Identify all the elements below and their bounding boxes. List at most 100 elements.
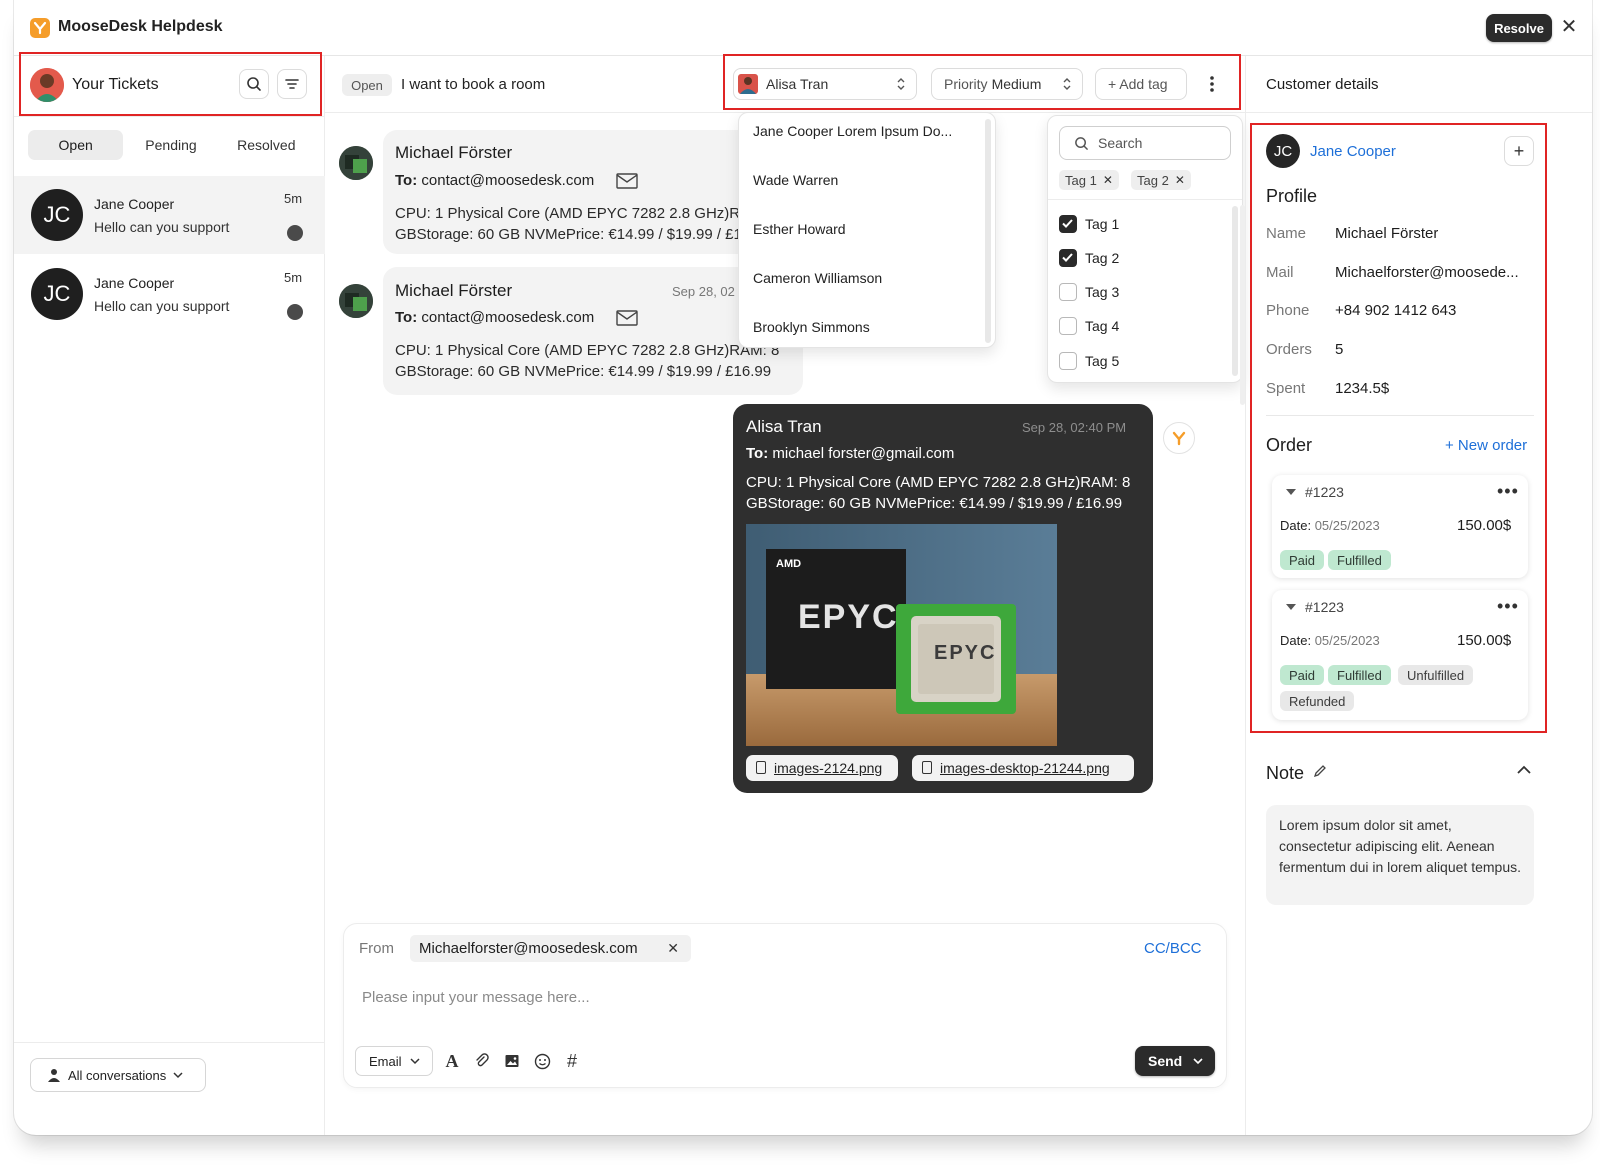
moosedesk-logo-icon <box>1172 431 1186 446</box>
message-input[interactable] <box>362 985 962 1009</box>
profile-value: Michaelforster@moosede... <box>1335 264 1519 281</box>
sender-avatar <box>339 284 373 318</box>
remove-tag-icon[interactable]: ✕ <box>1103 173 1113 187</box>
channel-label: Email <box>369 1053 402 1069</box>
new-order-link[interactable]: + New order <box>1445 437 1527 454</box>
ticket-list-item[interactable]: JC Jane Cooper Hello can you support 5m <box>14 255 325 333</box>
hashtag-icon[interactable]: # <box>561 1050 583 1072</box>
ticket-status-tabs: Open Pending Resolved <box>28 130 314 160</box>
conversation-status-badge: Open <box>342 74 392 96</box>
filter-icon <box>285 79 299 89</box>
assignee-option[interactable]: Jane Cooper Lorem Ipsum Do... <box>753 123 952 139</box>
tag-checkbox[interactable] <box>1059 283 1077 301</box>
image-icon[interactable] <box>501 1050 523 1072</box>
order-status-badge: Refunded <box>1280 691 1355 711</box>
message-line: CPU: 1 Physical Core (AMD EPYC 7282 2.8 … <box>746 474 1131 491</box>
ticket-list-item[interactable]: JC Jane Cooper Hello can you support 5m <box>14 176 325 254</box>
chevron-up-icon[interactable] <box>1514 760 1534 780</box>
close-icon[interactable]: ✕ <box>1558 16 1580 38</box>
tag-option-label[interactable]: Tag 2 <box>1085 250 1119 266</box>
assignee-option[interactable]: Wade Warren <box>753 172 838 188</box>
more-options-icon[interactable] <box>1203 72 1221 96</box>
tag-chip-label: Tag 2 <box>1137 172 1169 188</box>
message-date: Sep 28, 02:40 PM <box>1022 420 1127 435</box>
message-date: Sep 28, 02 <box>672 284 735 299</box>
order-status-badge: Fulfilled <box>1328 665 1391 685</box>
chevron-down-icon <box>409 1058 420 1065</box>
dropdown-scrollbar[interactable] <box>985 119 991 343</box>
attachment-image-preview[interactable]: AMD EPYC EPYC <box>746 524 1057 746</box>
filter-button[interactable] <box>277 69 307 99</box>
add-customer-button[interactable]: + <box>1504 136 1534 166</box>
all-conversations-dropdown[interactable]: All conversations <box>30 1058 206 1092</box>
send-label: Send <box>1148 1053 1183 1069</box>
caret-down-icon[interactable] <box>1285 487 1297 497</box>
emoji-icon[interactable] <box>531 1050 553 1072</box>
order-status-badge: Paid <box>1280 665 1325 685</box>
order-amount: 150.00$ <box>1457 632 1512 649</box>
order-more-icon[interactable]: ••• <box>1497 481 1519 502</box>
order-more-icon[interactable]: ••• <box>1497 596 1519 617</box>
caret-down-icon[interactable] <box>1285 602 1297 612</box>
chevron-down-icon[interactable] <box>1193 1056 1203 1066</box>
tag-checkbox[interactable] <box>1059 317 1077 335</box>
add-tag-button[interactable]: + Add tag <box>1095 68 1187 100</box>
send-button[interactable]: Send <box>1135 1046 1215 1076</box>
attachment-file-chip[interactable]: images-desktop-21244.png <box>912 755 1134 781</box>
message-body: CPU: 1 Physical Core (AMD EPYC 7282 2.8 … <box>395 340 779 382</box>
moosedesk-logo-icon <box>30 18 50 38</box>
order-date: Date: 05/25/2023 <box>1280 518 1380 533</box>
cc-bcc-link[interactable]: CC/BCC <box>1144 940 1202 957</box>
text-format-icon[interactable]: A <box>441 1050 463 1072</box>
attachment-icon[interactable] <box>471 1050 493 1072</box>
search-icon <box>247 77 261 91</box>
assignee-option[interactable]: Brooklyn Simmons <box>753 319 870 335</box>
image-chip-label: EPYC <box>934 642 997 664</box>
assignee-select[interactable]: Alisa Tran <box>733 68 917 100</box>
assignee-option[interactable]: Esther Howard <box>753 221 846 237</box>
tag-option-label[interactable]: Tag 3 <box>1085 284 1119 300</box>
profile-value: +84 902 1412 643 <box>1335 302 1457 319</box>
order-amount: 150.00$ <box>1457 517 1512 534</box>
ticket-time: 5m <box>284 270 303 285</box>
order-title: Order <box>1266 435 1313 455</box>
edit-pencil-icon[interactable] <box>1312 763 1328 779</box>
customer-name-link[interactable]: Jane Cooper <box>1310 143 1396 160</box>
assignee-avatar <box>738 74 758 94</box>
tag-option-label[interactable]: Tag 1 <box>1085 216 1119 232</box>
tag-checkbox[interactable] <box>1059 249 1077 267</box>
ticket-preview: Hello can you support <box>94 298 230 314</box>
tab-resolved[interactable]: Resolved <box>219 130 314 160</box>
profile-key: Orders <box>1266 341 1312 358</box>
message-recipient: To: contact@moosedesk.com <box>395 172 594 189</box>
assignee-option[interactable]: Cameron Williamson <box>753 270 882 286</box>
remove-from-icon[interactable]: ✕ <box>667 940 679 957</box>
dropdown-scrollbar[interactable] <box>1232 206 1238 376</box>
remove-tag-icon[interactable]: ✕ <box>1175 173 1185 187</box>
message-line: GBStorage: 60 GB NVMePrice: €14.99 / $19… <box>746 495 1123 512</box>
chevron-updown-icon <box>1063 78 1071 90</box>
attachment-file-chip[interactable]: images-2124.png <box>746 755 898 781</box>
channel-select[interactable]: Email <box>355 1046 433 1076</box>
order-date: Date: 05/25/2023 <box>1280 633 1380 648</box>
image-box-brand-label: AMD <box>776 558 802 570</box>
message-line: GBStorage: 60 GB NVMePrice: €14.99 / $19… <box>395 226 738 243</box>
tag-option-label[interactable]: Tag 4 <box>1085 318 1119 334</box>
user-avatar[interactable] <box>30 68 64 102</box>
priority-select[interactable]: Priority Medium <box>931 68 1083 100</box>
tab-pending[interactable]: Pending <box>123 130 218 160</box>
tab-open[interactable]: Open <box>28 130 124 160</box>
tag-checkbox[interactable] <box>1059 215 1077 233</box>
resolve-button[interactable]: Resolve <box>1486 14 1552 42</box>
search-icon <box>1075 137 1088 150</box>
file-icon <box>756 761 766 774</box>
assignee-name: Alisa Tran <box>766 76 829 92</box>
note-content[interactable]: Lorem ipsum dolor sit amet, consectetur … <box>1266 805 1534 905</box>
tag-search-input[interactable]: Search <box>1059 126 1231 160</box>
search-button[interactable] <box>239 69 269 99</box>
profile-title: Profile <box>1266 186 1318 206</box>
profile-scrollbar[interactable] <box>1240 205 1245 405</box>
tag-checkbox[interactable] <box>1059 352 1077 370</box>
to-label: To: <box>395 309 418 326</box>
tag-option-label[interactable]: Tag 5 <box>1085 353 1119 369</box>
